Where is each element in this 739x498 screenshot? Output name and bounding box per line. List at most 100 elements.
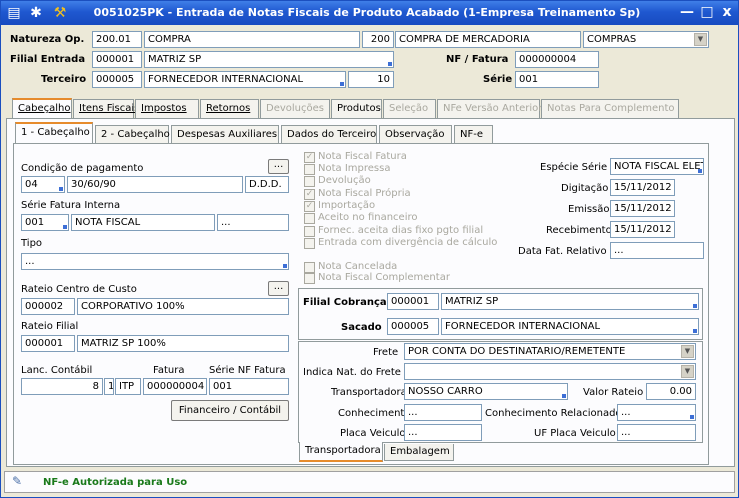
main-tab-0[interactable]: Cabeçalho: [12, 98, 72, 119]
natureza-tipo-select[interactable]: COMPRAS ▼: [583, 31, 709, 48]
sub-tab-3[interactable]: Dados do Terceiro: [281, 125, 377, 143]
title-bar[interactable]: ▤ ✱ ⚒ 0051025PK - Entrada de Notas Fisca…: [1, 1, 738, 25]
flag-checkbox-6[interactable]: [304, 226, 315, 237]
flag-checkbox-3[interactable]: ✓: [304, 189, 315, 200]
conhecimento-field[interactable]: ...: [404, 404, 482, 421]
lookup-icon: [562, 394, 566, 398]
tab-embalagem-label: Embalagem: [390, 446, 450, 457]
condicao-tipo-field[interactable]: D.D.D.: [245, 176, 289, 193]
flag-checkbox-5[interactable]: [304, 213, 315, 224]
main-tab-3[interactable]: Retornos: [200, 99, 259, 118]
minimize-button[interactable]: —: [677, 4, 697, 22]
sub-tab-1[interactable]: 2 - Cabeçalho: [95, 125, 170, 143]
sub-tab-0[interactable]: 1 - Cabeçalho: [15, 122, 93, 143]
flag-checkbox-1[interactable]: [304, 164, 315, 175]
sub-tab-4[interactable]: Observação: [379, 125, 452, 143]
conhec-rel-field[interactable]: ...: [617, 404, 696, 421]
main-tab-2[interactable]: Impostos: [135, 99, 199, 118]
filial-cobranca-code-field[interactable]: 000001: [387, 293, 439, 310]
serie-fatura-extra-field[interactable]: ...: [217, 214, 289, 231]
close-button[interactable]: x: [717, 4, 737, 22]
valor-rateio-field[interactable]: 0.00: [646, 383, 696, 400]
serie-field[interactable]: 001: [515, 71, 599, 88]
tab-embalagem[interactable]: Embalagem: [384, 444, 454, 461]
data-fat-field[interactable]: ...: [610, 242, 704, 259]
rateio-cc-lookup-button[interactable]: ...: [268, 281, 289, 296]
maximize-button[interactable]: □: [697, 4, 717, 22]
tab-transportadora[interactable]: Transportadora: [299, 442, 383, 462]
recebimento-field[interactable]: 15/11/2012: [610, 221, 675, 238]
frete-label: Frete: [373, 347, 399, 358]
sacado-desc-field[interactable]: FORNECEDOR INTERNACIONAL: [441, 318, 699, 335]
filial-cobranca-label: Filial Cobrança: [303, 297, 387, 308]
emissao-label: Emissão: [568, 204, 610, 215]
condicao-code-field[interactable]: 04: [21, 176, 65, 193]
main-tab-8[interactable]: Notas Para Complemento: [541, 99, 679, 118]
terceiro-desc-field[interactable]: FORNECEDOR INTERNACIONAL: [144, 71, 346, 88]
rateio-filial-code-field[interactable]: 000001: [21, 335, 75, 352]
natureza-desc2-field[interactable]: COMPRA DE MERCADORIA: [395, 31, 581, 48]
sacado-code-field[interactable]: 000005: [387, 318, 439, 335]
sub-tab-2[interactable]: Despesas Auxiliares: [171, 125, 279, 143]
filial-label: Filial Entrada: [10, 54, 86, 65]
terceiro-desc-value: FORNECEDOR INTERNACIONAL: [148, 74, 304, 85]
uf-placa-field[interactable]: ...: [617, 424, 696, 441]
serie-fatura-desc-field[interactable]: NOTA FISCAL: [71, 214, 215, 231]
chevron-down-icon[interactable]: ▼: [681, 345, 694, 358]
serie-nf-field[interactable]: 001: [209, 378, 289, 395]
sacado-desc-value: FORNECEDOR INTERNACIONAL: [445, 321, 601, 332]
nfe-status-icon: ✎: [12, 474, 23, 488]
filial-cobranca-desc-field[interactable]: MATRIZ SP: [441, 293, 699, 310]
flag-checkbox-8[interactable]: [304, 262, 315, 273]
flag-checkbox-7[interactable]: [304, 238, 315, 249]
chevron-down-icon[interactable]: ▼: [681, 365, 694, 378]
tab-transportadora-label: Transportadora: [305, 445, 381, 456]
terceiro-num-field[interactable]: 10: [348, 71, 394, 88]
flag-checkbox-4[interactable]: ✓: [304, 201, 315, 212]
especie-field[interactable]: NOTA FISCAL ELETR: [610, 158, 704, 175]
lanc-field[interactable]: 8: [21, 378, 103, 395]
serie-fatura-code-field[interactable]: 001: [21, 214, 69, 231]
digitacao-field[interactable]: 15/11/2012: [610, 179, 675, 196]
tipo-field[interactable]: ...: [21, 253, 289, 270]
lanc-tipo-field[interactable]: ITP: [115, 378, 141, 395]
condicao-desc-field[interactable]: 30/60/90: [67, 176, 243, 193]
fatura-field[interactable]: 000000004: [143, 378, 207, 395]
transportadora-field[interactable]: NOSSO CARRO: [404, 383, 568, 400]
lanc-num-field[interactable]: 1: [104, 378, 114, 395]
frete-select[interactable]: POR CONTA DO DESTINATARIO/REMETENTE ▼: [404, 343, 696, 360]
rateio-cc-code-field[interactable]: 000002: [21, 298, 75, 315]
natureza-desc-field[interactable]: COMPRA: [144, 31, 360, 48]
lookup-icon: [698, 169, 702, 173]
filial-code-field[interactable]: 000001: [92, 51, 142, 68]
main-tab-1[interactable]: Itens Fiscais: [73, 99, 139, 118]
flag-checkbox-label: Fornec. aceita dias fixo pgto filial: [318, 225, 484, 236]
financeiro-contabil-button[interactable]: Financeiro / Contábil: [171, 400, 289, 421]
sub-tab-5[interactable]: NF-e: [454, 125, 493, 143]
indica-select[interactable]: ▼: [404, 363, 696, 380]
sub-tab-label: 2 - Cabeçalho: [101, 129, 170, 140]
emissao-field[interactable]: 15/11/2012: [610, 200, 675, 217]
flag-checkbox-2[interactable]: [304, 176, 315, 187]
main-tab-5[interactable]: Produtos: [331, 99, 382, 118]
main-tab-4[interactable]: Devoluções: [260, 99, 330, 118]
main-tab-7[interactable]: NFe Versão Anterior: [437, 99, 542, 118]
condicao-lookup-button[interactable]: ...: [268, 159, 289, 174]
chevron-down-icon[interactable]: ▼: [694, 33, 707, 46]
rateio-cc-desc-field[interactable]: CORPORATIVO 100%: [77, 298, 289, 315]
placa-field[interactable]: ...: [404, 424, 482, 441]
window-menu-icon[interactable]: ▤: [5, 4, 23, 22]
nf-field[interactable]: 000000004: [515, 51, 599, 68]
main-tab-label: Seleção: [389, 103, 429, 114]
valor-rateio-label: Valor Rateio: [583, 387, 644, 398]
filial-cobranca-desc-value: MATRIZ SP: [445, 296, 499, 307]
natureza-num-field[interactable]: 200: [362, 31, 394, 48]
filial-desc-field[interactable]: MATRIZ SP: [144, 51, 394, 68]
natureza-code-field[interactable]: 200.01: [92, 31, 142, 48]
main-tab-6[interactable]: Seleção: [383, 99, 436, 118]
flag-checkbox-label: Devolução: [318, 175, 371, 186]
rateio-filial-desc-field[interactable]: MATRIZ SP 100%: [77, 335, 289, 352]
flag-checkbox-0[interactable]: ✓: [304, 152, 315, 163]
terceiro-code-field[interactable]: 000005: [92, 71, 142, 88]
flag-checkbox-9[interactable]: [304, 273, 315, 284]
